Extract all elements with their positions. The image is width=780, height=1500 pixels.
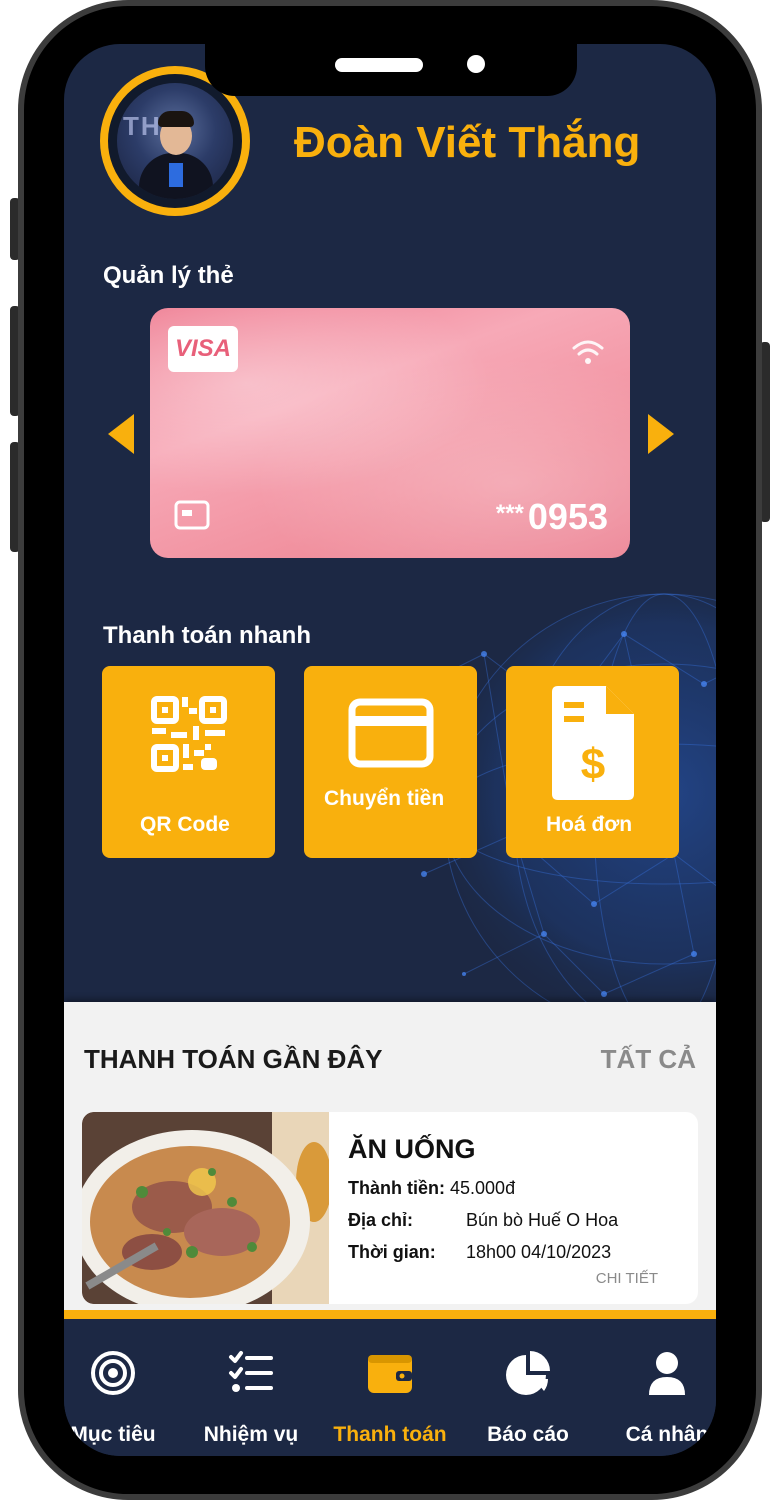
card-prev-arrow-icon[interactable] <box>108 414 134 454</box>
nav-item-profile[interactable]: Cá nhân <box>602 1319 716 1456</box>
invoice-icon: $ <box>552 686 634 800</box>
qr-code-button[interactable]: QR Code <box>102 666 275 858</box>
contactless-icon <box>572 340 604 364</box>
transaction-amount-row: Thành tiền: 45.000đ <box>348 1178 516 1198</box>
front-camera <box>467 55 485 73</box>
recent-payments-title: THANH TOÁN GẦN ĐÂY <box>84 1044 383 1074</box>
transaction-time-row: Thời gian: 18h00 04/10/2023 <box>348 1242 612 1262</box>
wallet-icon <box>368 1355 412 1393</box>
app-screen: THAI Đoàn Viết Thắng Quản lý thẻ VISA **… <box>64 44 716 1456</box>
transfer-button[interactable]: Chuyển tiền <box>304 666 477 858</box>
transaction-detail-link[interactable]: CHI TIẾT <box>596 1270 658 1287</box>
see-all-link[interactable]: TẤT CẢ <box>601 1044 696 1075</box>
phone-notch <box>205 44 577 96</box>
bank-card[interactable]: VISA *** 0953 <box>150 308 630 558</box>
user-name: Đoàn Viết Thắng <box>294 118 641 167</box>
quick-pay-label: Thanh toán nhanh <box>103 622 311 649</box>
target-icon <box>91 1351 135 1395</box>
speaker-grille <box>335 58 423 72</box>
nav-label-profile: Cá nhân <box>625 1423 709 1446</box>
invoice-label: Hoá đơn <box>546 813 633 836</box>
invoice-button[interactable]: $ Hoá đơn <box>506 666 679 858</box>
bottom-nav: Mục tiêu Nhiệm vụ Thanh toán Báo cáo Cá … <box>64 1319 716 1456</box>
card-chip-icon <box>174 500 210 530</box>
task-list-icon <box>229 1351 273 1392</box>
pie-chart-icon <box>506 1351 550 1395</box>
visa-logo: VISA <box>168 326 238 372</box>
transaction-category: ĂN UỐNG <box>348 1134 476 1164</box>
nav-top-border <box>64 1310 716 1319</box>
transfer-label: Chuyển tiền <box>324 787 445 810</box>
user-icon <box>649 1352 685 1395</box>
transaction-address-row: Địa chỉ: Bún bò Huế O Hoa <box>348 1210 619 1230</box>
card-next-arrow-icon[interactable] <box>648 414 674 454</box>
recent-payments-panel: THANH TOÁN GẦN ĐÂY TẤT CẢ ĂN UỐNG Thành … <box>64 1002 716 1318</box>
card-section-label: Quản lý thẻ <box>103 262 234 289</box>
avatar-photo: THAI <box>117 83 233 199</box>
transaction-card[interactable]: ĂN UỐNG Thành tiền: 45.000đ Địa chỉ: Bún … <box>82 1112 698 1304</box>
nav-item-payment[interactable]: Thanh toán <box>325 1319 455 1456</box>
nav-item-tasks[interactable]: Nhiệm vụ <box>186 1319 316 1456</box>
qr-code-label: QR Code <box>140 813 230 836</box>
credit-card-icon <box>348 698 434 768</box>
nav-item-goals[interactable]: Mục tiêu <box>64 1319 178 1456</box>
card-number: *** 0953 <box>495 496 608 537</box>
food-photo <box>82 1112 329 1304</box>
qr-code-icon <box>151 696 227 772</box>
svg-text:$: $ <box>581 740 605 789</box>
nav-item-reports[interactable]: Báo cáo <box>463 1319 593 1456</box>
